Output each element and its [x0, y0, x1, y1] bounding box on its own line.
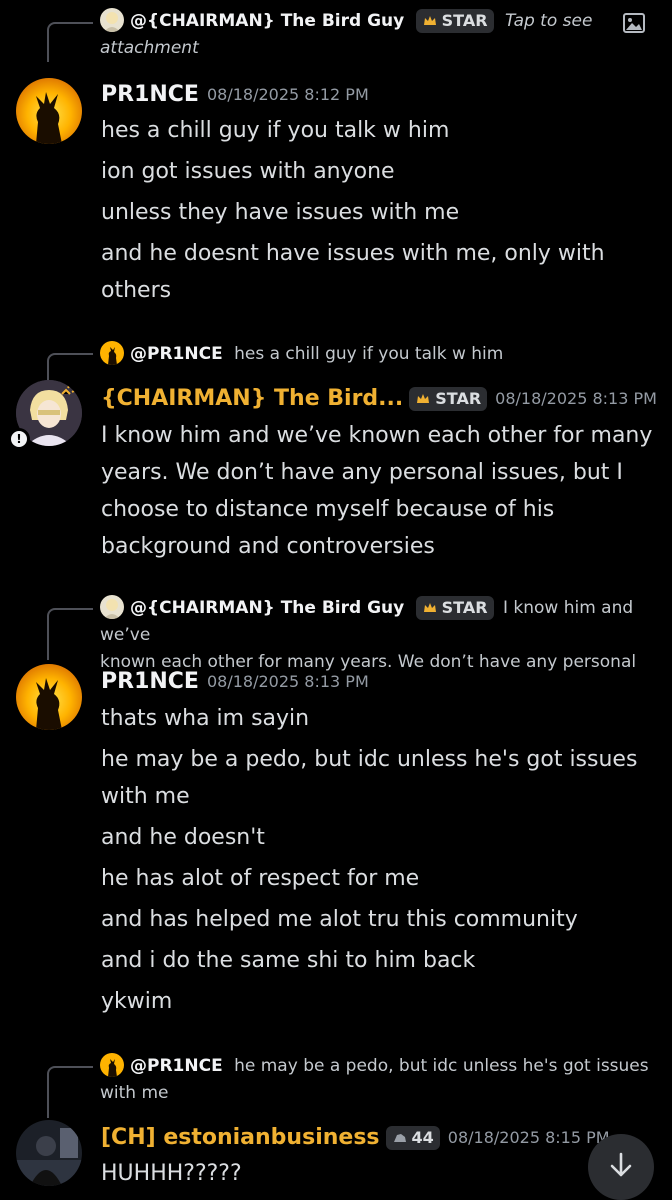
- reply-preview[interactable]: @PR1NCE he may be a pedo, but idc unless…: [100, 1053, 660, 1107]
- badge-label: STAR: [435, 388, 482, 408]
- message-line: choose to distance myself because of his: [101, 497, 555, 522]
- reply-connector: [47, 608, 93, 660]
- crown-icon: [415, 390, 431, 414]
- message-header: PR1NCE 08/18/2025 8:12 PM: [101, 82, 369, 107]
- message-line: he may be a pedo, but idc unless he's go…: [101, 747, 638, 772]
- reply-preview[interactable]: @{CHAIRMAN} The Bird Guy STAR Tap to see…: [100, 8, 620, 62]
- reply-preview[interactable]: @PR1NCE hes a chill guy if you talk w hi…: [100, 341, 640, 368]
- reply-avatar: [100, 595, 124, 619]
- message-body: thats wha im sayin he may be a pedo, but…: [101, 700, 661, 1020]
- reply-snippet: hes a chill guy if you talk w him: [234, 344, 504, 364]
- reply-snippet-2: attachment: [100, 38, 199, 58]
- scroll-to-bottom-button[interactable]: [588, 1134, 654, 1200]
- badge-label: 44: [411, 1127, 434, 1147]
- badge-label: STAR: [441, 11, 488, 30]
- message-line: thats wha im sayin: [101, 706, 310, 731]
- reply-author[interactable]: @PR1NCE: [130, 344, 223, 364]
- badge-star: STAR: [409, 386, 488, 414]
- reply-avatar: [100, 8, 124, 32]
- message-line: and i do the same shi to him back: [101, 948, 476, 973]
- reply-connector: [47, 22, 93, 62]
- message-line: others: [101, 278, 172, 303]
- message-line: ykwim: [101, 989, 173, 1014]
- author-name[interactable]: {CHAIRMAN} The Bird...: [101, 386, 403, 411]
- alert-icon: !: [8, 428, 30, 450]
- crown-icon: [422, 599, 438, 623]
- message-line: ion got issues with anyone: [101, 159, 395, 184]
- message-line: unless they have issues with me: [101, 200, 460, 225]
- message-line: years. We don’t have any personal issues…: [101, 460, 623, 485]
- message-line: I know him and we’ve known each other fo…: [101, 423, 653, 448]
- reply-author[interactable]: @{CHAIRMAN} The Bird Guy: [130, 11, 404, 31]
- message-line: HUHHH?????: [101, 1161, 242, 1186]
- arrow-down-icon: [606, 1150, 636, 1184]
- message-header: [CH] estonianbusiness 44 08/18/2025 8:15 P…: [101, 1125, 610, 1150]
- reply-avatar: [100, 341, 124, 365]
- image-icon[interactable]: [622, 11, 646, 35]
- message-body: I know him and we’ve known each other fo…: [101, 417, 661, 565]
- message-line: and he doesnt have issues with me, only …: [101, 241, 605, 266]
- message-header: PR1NCE 08/18/2025 8:13 PM: [101, 669, 369, 694]
- message-body: hes a chill guy if you talk w him ion go…: [101, 112, 661, 309]
- reply-connector: [47, 1066, 93, 1118]
- rock-icon: [392, 1129, 408, 1153]
- message-body: HUHHH?????: [101, 1155, 661, 1192]
- badge-label: STAR: [441, 598, 488, 617]
- reply-connector: [47, 353, 93, 383]
- message-header: {CHAIRMAN} The Bird... STAR 08/18/2025 8:1…: [101, 386, 657, 411]
- author-name[interactable]: [CH] estonianbusiness: [101, 1125, 380, 1150]
- badge-star: STAR: [415, 596, 494, 623]
- reply-snippet: he may be a pedo, but idc unless he's go…: [234, 1056, 649, 1076]
- message-line: hes a chill guy if you talk w him: [101, 118, 450, 143]
- reply-author[interactable]: @PR1NCE: [130, 1056, 223, 1076]
- message-line: and he doesn't: [101, 825, 265, 850]
- timestamp: 08/18/2025 8:15 PM: [447, 1128, 610, 1147]
- message-line: he has alot of respect for me: [101, 866, 420, 891]
- reply-author[interactable]: @{CHAIRMAN} The Bird Guy: [130, 598, 404, 618]
- message-line: and has helped me alot tru this communit…: [101, 907, 578, 932]
- badge-rank: 44: [385, 1125, 440, 1153]
- reply-snippet-2: with me: [100, 1083, 169, 1103]
- author-name[interactable]: PR1NCE: [101, 669, 199, 694]
- badge-star: STAR: [415, 9, 494, 36]
- reply-snippet: Tap to see: [504, 11, 593, 31]
- timestamp: 08/18/2025 8:13 PM: [206, 672, 369, 691]
- avatar[interactable]: [16, 78, 82, 144]
- reply-avatar: [100, 1053, 124, 1077]
- message-line: background and controversies: [101, 534, 435, 559]
- author-name[interactable]: PR1NCE: [101, 82, 199, 107]
- reply-preview[interactable]: @{CHAIRMAN} The Bird Guy STAR I know him…: [100, 595, 660, 676]
- timestamp: 08/18/2025 8:12 PM: [206, 85, 369, 104]
- crown-icon: [422, 12, 438, 36]
- timestamp: 08/18/2025 8:13 PM: [495, 389, 657, 408]
- message-line: with me: [101, 784, 190, 809]
- avatar[interactable]: [16, 1120, 82, 1186]
- avatar[interactable]: [16, 664, 82, 730]
